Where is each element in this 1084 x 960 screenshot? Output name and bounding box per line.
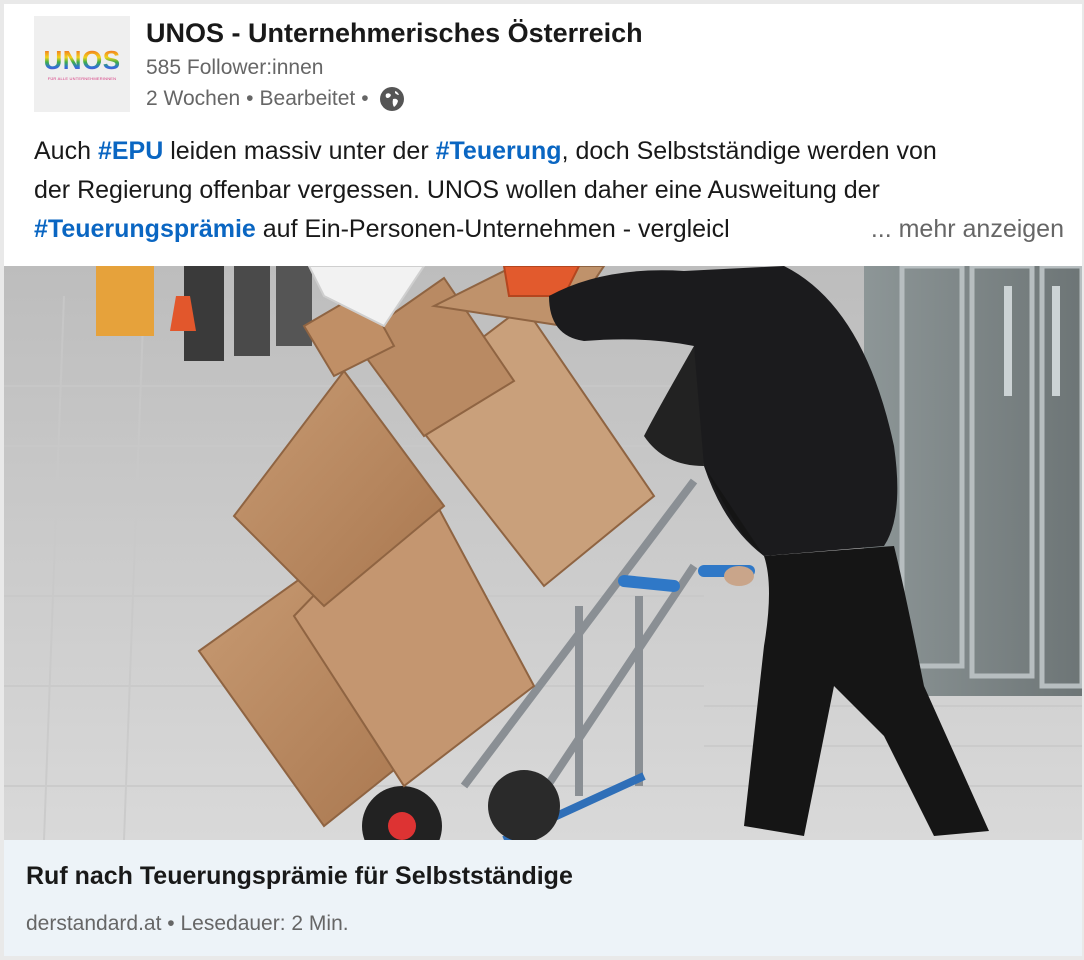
hashtag-teuerungspraemie[interactable]: #Teuerungsprämie xyxy=(34,215,256,243)
logo-tagline: FÜR ALLE UNTERNEHMERINNEN xyxy=(47,75,117,81)
post-card: UNOS FÜR ALLE UNTERNEHMERINNEN UNOS - Un… xyxy=(4,4,1082,956)
text-segment: , doch Selbstständige werden von xyxy=(561,137,937,165)
read-time: Lesedauer: 2 Min. xyxy=(180,912,349,935)
post-line-1: Auch #EPU leiden massiv unter der #Teuer… xyxy=(34,132,1074,171)
meta-separator: • xyxy=(361,87,369,110)
post-meta: 2 Wochen • Bearbeitet • xyxy=(146,86,405,112)
text-segment: auf Ein-Personen-Unternehmen - vergleicl xyxy=(255,215,730,243)
text-segment: leiden massiv unter der xyxy=(163,137,436,165)
hashtag-teuerung[interactable]: #Teuerung xyxy=(436,137,562,165)
logo-wordmark: UNOS xyxy=(43,44,121,75)
meta-separator: • xyxy=(167,912,175,935)
see-more-button[interactable]: ... mehr anzeigen xyxy=(864,210,1064,249)
meta-separator: • xyxy=(246,87,254,110)
article-image[interactable] xyxy=(4,266,1082,840)
article-source: derstandard.at xyxy=(26,912,162,935)
article-title[interactable]: Ruf nach Teuerungsprämie für Selbstständ… xyxy=(26,862,573,891)
globe-icon xyxy=(379,86,405,112)
hashtag-epu[interactable]: #EPU xyxy=(98,137,163,165)
text-segment: Auch xyxy=(34,137,98,165)
edited-label: Bearbeitet xyxy=(259,87,356,110)
article-meta: derstandard.at • Lesedauer: 2 Min. xyxy=(26,912,349,936)
link-preview[interactable]: Ruf nach Teuerungsprämie für Selbstständ… xyxy=(4,840,1082,956)
follower-count: 585 Follower:innen xyxy=(146,56,324,79)
post-body: Auch #EPU leiden massiv unter der #Teuer… xyxy=(34,132,1074,249)
post-time: 2 Wochen xyxy=(146,87,241,110)
post-line-2: der Regierung offenbar vergessen. UNOS w… xyxy=(34,176,880,204)
author-name[interactable]: UNOS - Unternehmerisches Österreich xyxy=(146,18,643,49)
company-logo[interactable]: UNOS FÜR ALLE UNTERNEHMERINNEN xyxy=(34,16,130,112)
